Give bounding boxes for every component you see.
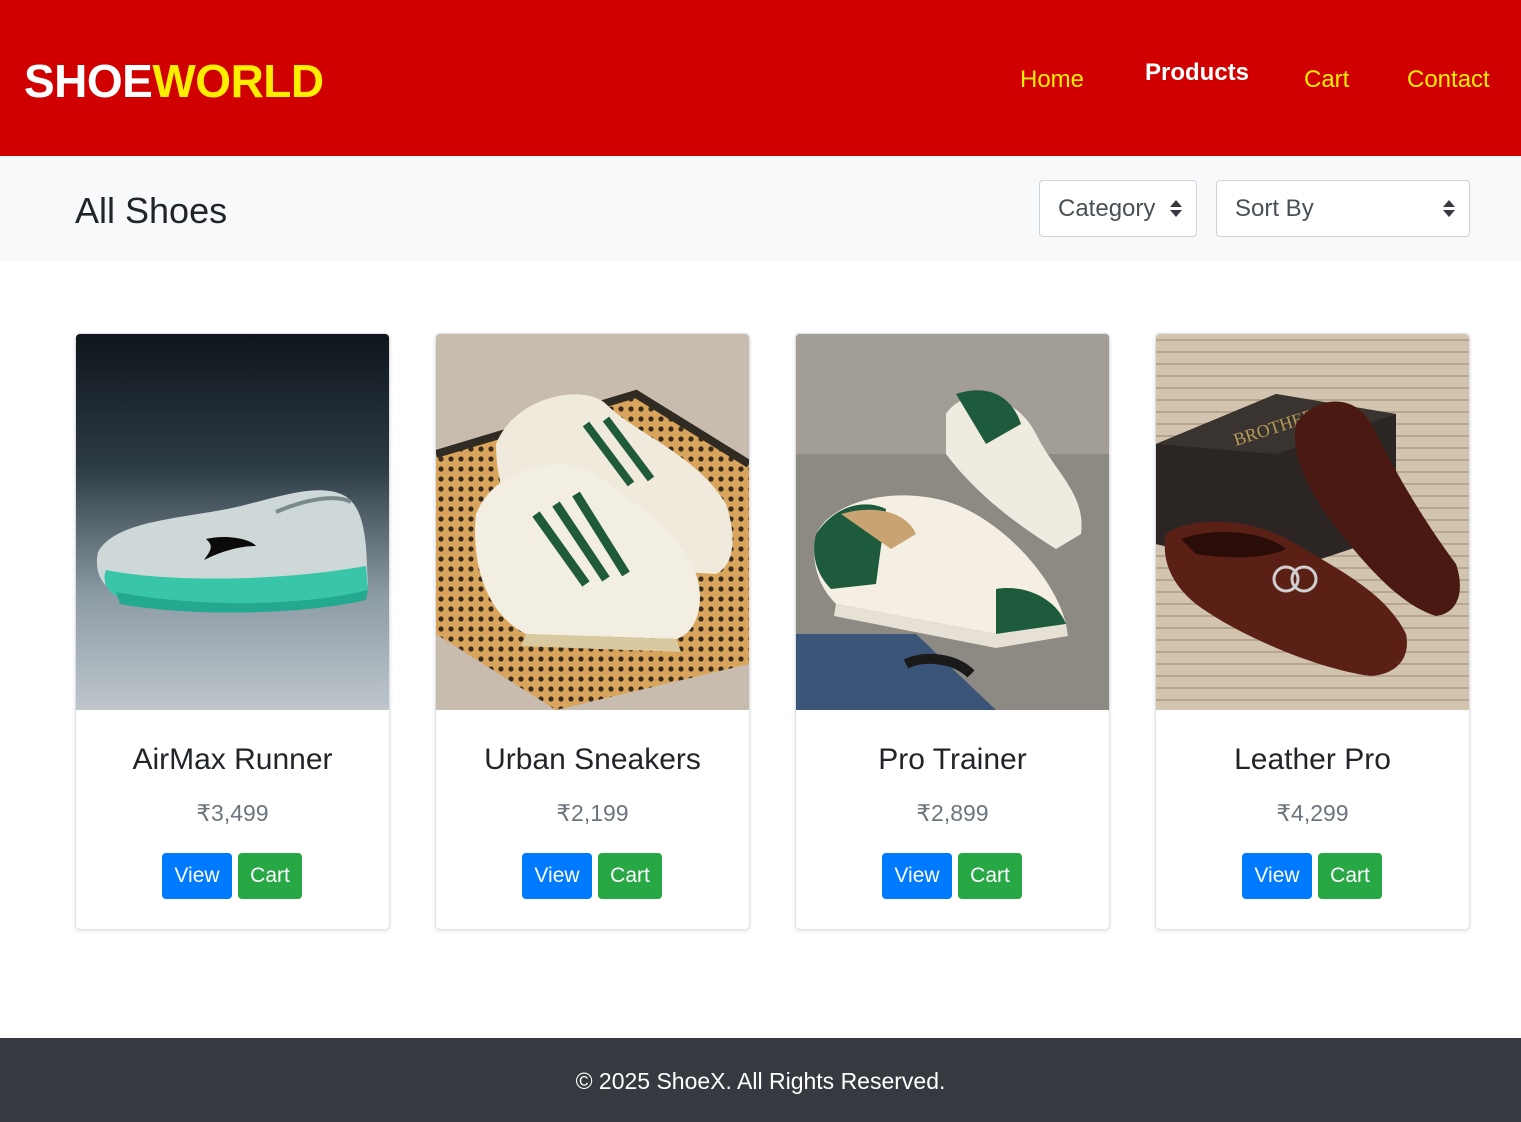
logo-part-shoe: SHOE <box>24 55 153 107</box>
view-button[interactable]: View <box>522 853 592 899</box>
site-logo[interactable]: SHOEWORLD <box>24 54 324 108</box>
view-button[interactable]: View <box>1242 853 1312 899</box>
nav-cart[interactable]: Cart <box>1304 65 1349 95</box>
nav-contact[interactable]: Contact <box>1407 65 1490 95</box>
product-name: AirMax Runner <box>132 743 333 776</box>
product-name: Leather Pro <box>1234 743 1391 776</box>
site-header: SHOEWORLD Home Products Cart Contact <box>0 0 1521 156</box>
product-image-leather-pro[interactable]: BROTHERS <box>1156 334 1469 710</box>
product-price: ₹2,199 <box>556 800 629 826</box>
add-to-cart-button[interactable]: Cart <box>958 853 1022 899</box>
page-title: All Shoes <box>75 190 228 231</box>
view-button[interactable]: View <box>882 853 952 899</box>
product-card: BROTHERS Leather Pro ₹4,299 View Cart <box>1155 333 1470 930</box>
product-card: AirMax Runner ₹3,499 View Cart <box>75 333 390 930</box>
sort-select[interactable]: Sort By <box>1216 180 1470 237</box>
add-to-cart-button[interactable]: Cart <box>598 853 662 899</box>
product-card: Urban Sneakers ₹2,199 View Cart <box>435 333 750 930</box>
product-card: Pro Trainer ₹2,899 View Cart <box>795 333 1110 930</box>
select-caret-icon <box>1443 199 1455 219</box>
footer-copyright: © 2025 ShoeX. All Rights Reserved. <box>575 1068 946 1094</box>
page: SHOEWORLD Home Products Cart Contact All… <box>0 0 1521 1122</box>
view-button[interactable]: View <box>162 853 232 899</box>
logo-part-world: WORLD <box>152 55 324 107</box>
product-price: ₹3,499 <box>196 800 269 826</box>
nav-home[interactable]: Home <box>1020 65 1084 95</box>
add-to-cart-button[interactable]: Cart <box>238 853 302 899</box>
sort-select-value: Sort By <box>1235 195 1314 222</box>
product-name: Pro Trainer <box>878 743 1027 776</box>
product-image-pro-trainer[interactable] <box>796 334 1109 710</box>
product-price: ₹4,299 <box>1276 800 1349 826</box>
category-select[interactable]: Category <box>1039 180 1197 237</box>
product-image-airmax-runner[interactable] <box>76 334 389 710</box>
product-image-urban-sneakers[interactable] <box>436 334 749 710</box>
add-to-cart-button[interactable]: Cart <box>1318 853 1382 899</box>
category-select-value: Category <box>1058 195 1156 222</box>
nav-products[interactable]: Products <box>1145 58 1249 88</box>
select-caret-icon <box>1170 199 1182 219</box>
product-price: ₹2,899 <box>916 800 989 826</box>
product-name: Urban Sneakers <box>484 743 701 776</box>
